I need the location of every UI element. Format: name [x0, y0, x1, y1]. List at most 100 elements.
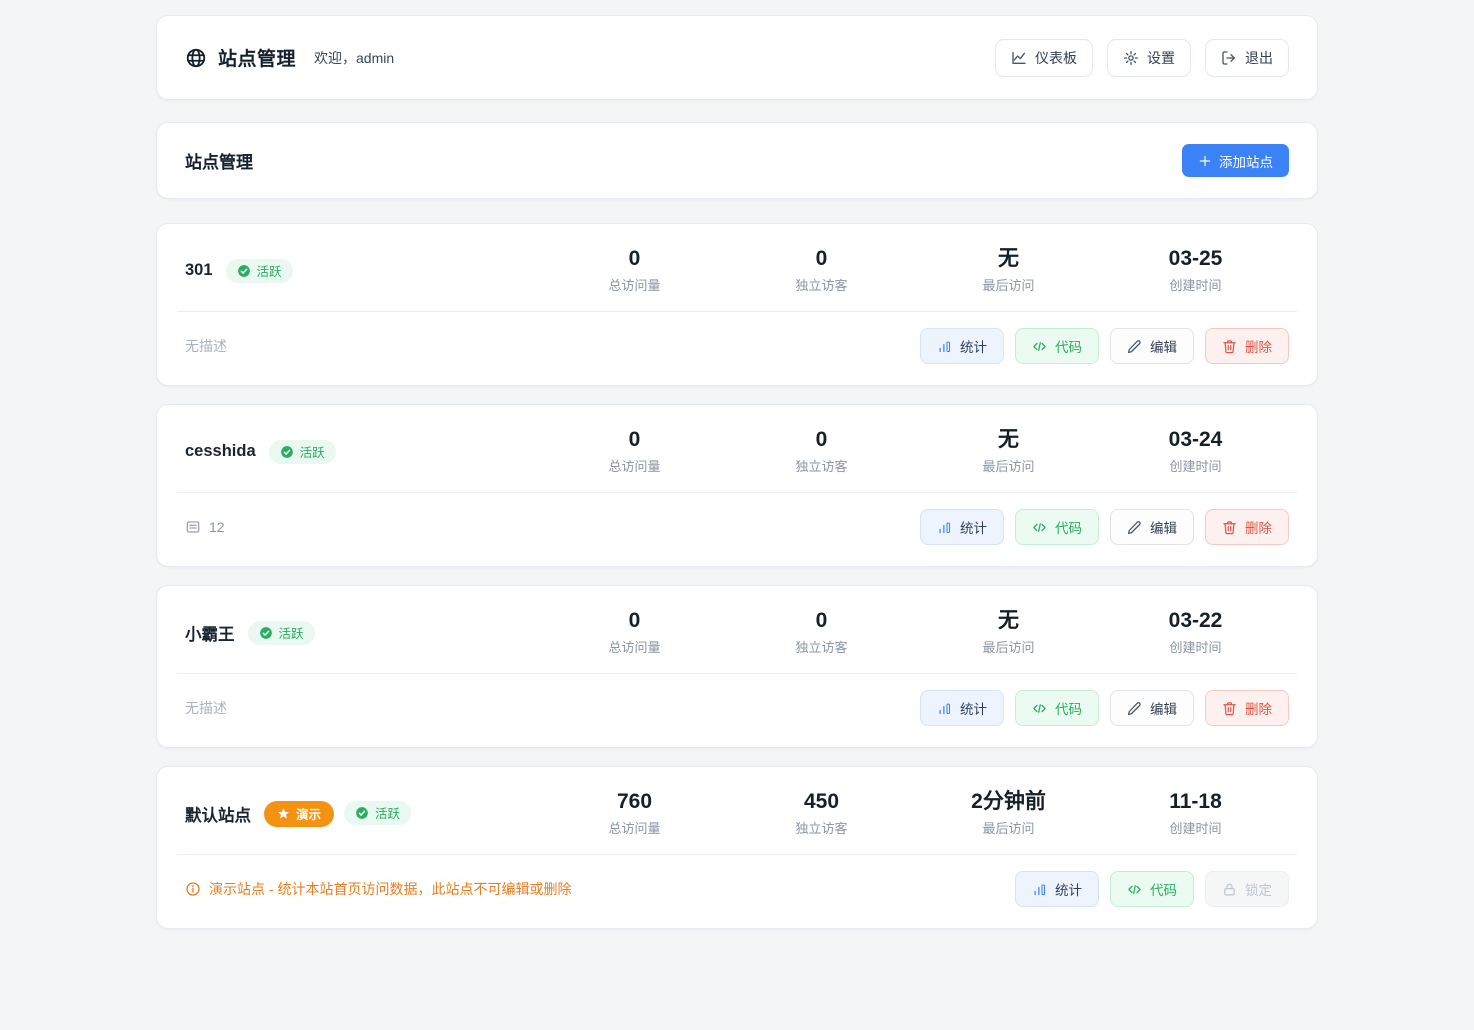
app-title: 站点管理	[218, 44, 296, 71]
stats-button[interactable]: 统计	[920, 509, 1004, 545]
stat-label: 总访问量	[541, 818, 728, 837]
code-button[interactable]: 代码	[1110, 871, 1194, 907]
button-label: 代码	[1055, 698, 1082, 718]
demo-badge: 演示	[264, 801, 334, 827]
stat-value: 760	[541, 790, 728, 814]
edit-button[interactable]: 编辑	[1110, 509, 1194, 545]
stat-value: 03-24	[1102, 428, 1289, 452]
stat: 450独立访客	[728, 790, 915, 837]
stat-label: 创建时间	[1102, 456, 1289, 475]
stat-value: 0	[541, 428, 728, 452]
site-head: cesshida 活跃	[185, 440, 541, 464]
logout-button[interactable]: 退出	[1205, 39, 1289, 77]
site-actions: 统计 代码编辑删除	[920, 509, 1289, 545]
stat-value: 450	[728, 790, 915, 814]
active-badge: 活跃	[344, 801, 411, 825]
site-card-3: 小霸王 活跃 0总访问量0独立访客无最后访问03-22创建时间 无描述 统计代码…	[156, 585, 1318, 748]
code-button[interactable]: 代码	[1015, 328, 1099, 364]
stat-value: 0	[728, 247, 915, 271]
stat-value: 0	[541, 609, 728, 633]
site-summary-row: 小霸王 活跃 0总访问量0独立访客无最后访问03-22创建时间	[157, 586, 1317, 673]
edit-button[interactable]: 编辑	[1110, 328, 1194, 364]
site-badges: 活跃	[269, 440, 336, 464]
stat-value: 无	[915, 428, 1102, 452]
button-label: 锁定	[1245, 879, 1272, 899]
code-icon	[1032, 520, 1047, 535]
button-label: 统计	[1055, 879, 1082, 899]
dashboard-button-label: 仪表板	[1035, 48, 1077, 68]
site-detail-row: 无描述 统计代码编辑删除	[157, 312, 1317, 385]
stat-value: 03-22	[1102, 609, 1289, 633]
bar-chart-icon	[937, 520, 952, 535]
message-square-icon	[185, 519, 201, 535]
stats-button[interactable]: 统计	[1015, 871, 1099, 907]
code-button[interactable]: 代码	[1015, 509, 1099, 545]
button-label: 统计	[960, 336, 987, 356]
header-actions: 仪表板 设置 退出	[995, 39, 1289, 77]
site-head: 默认站点 演示 活跃	[185, 801, 541, 827]
plus-icon	[1198, 154, 1212, 168]
stat-label: 创建时间	[1102, 818, 1289, 837]
stat: 03-24 创建时间	[1102, 428, 1289, 475]
stat-value: 无	[915, 247, 1102, 271]
site-description: 无描述	[185, 698, 227, 718]
delete-button[interactable]: 删除	[1205, 690, 1289, 726]
bar-chart-icon	[937, 701, 952, 716]
star-icon	[277, 807, 290, 820]
button-label: 编辑	[1150, 336, 1177, 356]
stat-label: 最后访问	[915, 456, 1102, 475]
site-card-4: 默认站点 演示活跃 760总访问量450独立访客2分钟前最后访问11-18创建时…	[156, 766, 1318, 929]
site-badges: 演示 活跃	[264, 801, 411, 827]
pencil-icon	[1127, 339, 1142, 354]
stat: 760 总访问量	[541, 790, 728, 837]
stat-value: 0	[728, 428, 915, 452]
stat: 0独立访客	[728, 609, 915, 656]
delete-button[interactable]: 删除	[1205, 328, 1289, 364]
stat-value: 2分钟前	[915, 790, 1102, 814]
stat-label: 创建时间	[1102, 275, 1289, 294]
stats-button[interactable]: 统计	[920, 328, 1004, 364]
site-card-2: cesshida 活跃 0总访问量0独立访客无最后访问03-24创建时间 12 …	[156, 404, 1318, 567]
trash-icon	[1222, 701, 1237, 716]
site-description-text: 12	[209, 519, 225, 535]
code-icon	[1032, 339, 1047, 354]
stat-value: 03-25	[1102, 247, 1289, 271]
stat-label: 最后访问	[915, 275, 1102, 294]
bar-chart-icon	[1032, 882, 1047, 897]
button-label: 代码	[1150, 879, 1177, 899]
stat: 0总访问量	[541, 247, 728, 294]
settings-button[interactable]: 设置	[1107, 39, 1191, 77]
check-circle-icon	[280, 445, 294, 459]
add-site-button-label: 添加站点	[1219, 151, 1273, 171]
code-button[interactable]: 代码	[1015, 690, 1099, 726]
site-card-1: 301 活跃 0总访问量0独立访客无最后访问03-25创建时间 无描述 统计代码…	[156, 223, 1318, 386]
trash-icon	[1222, 520, 1237, 535]
stat-label: 总访问量	[541, 456, 728, 475]
badge-label: 活跃	[279, 623, 304, 642]
stat: 11-18创建时间	[1102, 790, 1289, 837]
site-stats: 0总访问量0独立访客无最后访问03-25创建时间	[541, 247, 1289, 294]
section-title: 站点管理	[185, 148, 253, 173]
delete-button[interactable]: 删除	[1205, 509, 1289, 545]
site-actions: 统计 代码 锁定	[1015, 871, 1289, 907]
stat-label: 独立访客	[728, 637, 915, 656]
site-head: 301 活跃	[185, 259, 541, 283]
page-container: 站点管理 欢迎，admin 仪表板	[156, 15, 1318, 929]
stat: 0 总访问量	[541, 428, 728, 475]
site-actions: 统计 代码 编辑 删除	[920, 328, 1289, 364]
button-label: 统计	[960, 698, 987, 718]
stat-label: 最后访问	[915, 637, 1102, 656]
add-site-button[interactable]: 添加站点	[1182, 144, 1289, 177]
badge-label: 演示	[296, 804, 321, 823]
site-detail-row: 12 统计 代码编辑删除	[157, 493, 1317, 566]
lock-button: 锁定	[1205, 871, 1289, 907]
dashboard-button[interactable]: 仪表板	[995, 39, 1093, 77]
site-name: 默认站点	[185, 802, 251, 826]
button-label: 统计	[960, 517, 987, 537]
line-chart-icon	[1011, 50, 1027, 66]
site-stats: 0总访问量0独立访客无最后访问03-24创建时间	[541, 428, 1289, 475]
stats-button[interactable]: 统计	[920, 690, 1004, 726]
pencil-icon	[1127, 520, 1142, 535]
welcome-text: 欢迎，admin	[314, 48, 394, 68]
edit-button[interactable]: 编辑	[1110, 690, 1194, 726]
